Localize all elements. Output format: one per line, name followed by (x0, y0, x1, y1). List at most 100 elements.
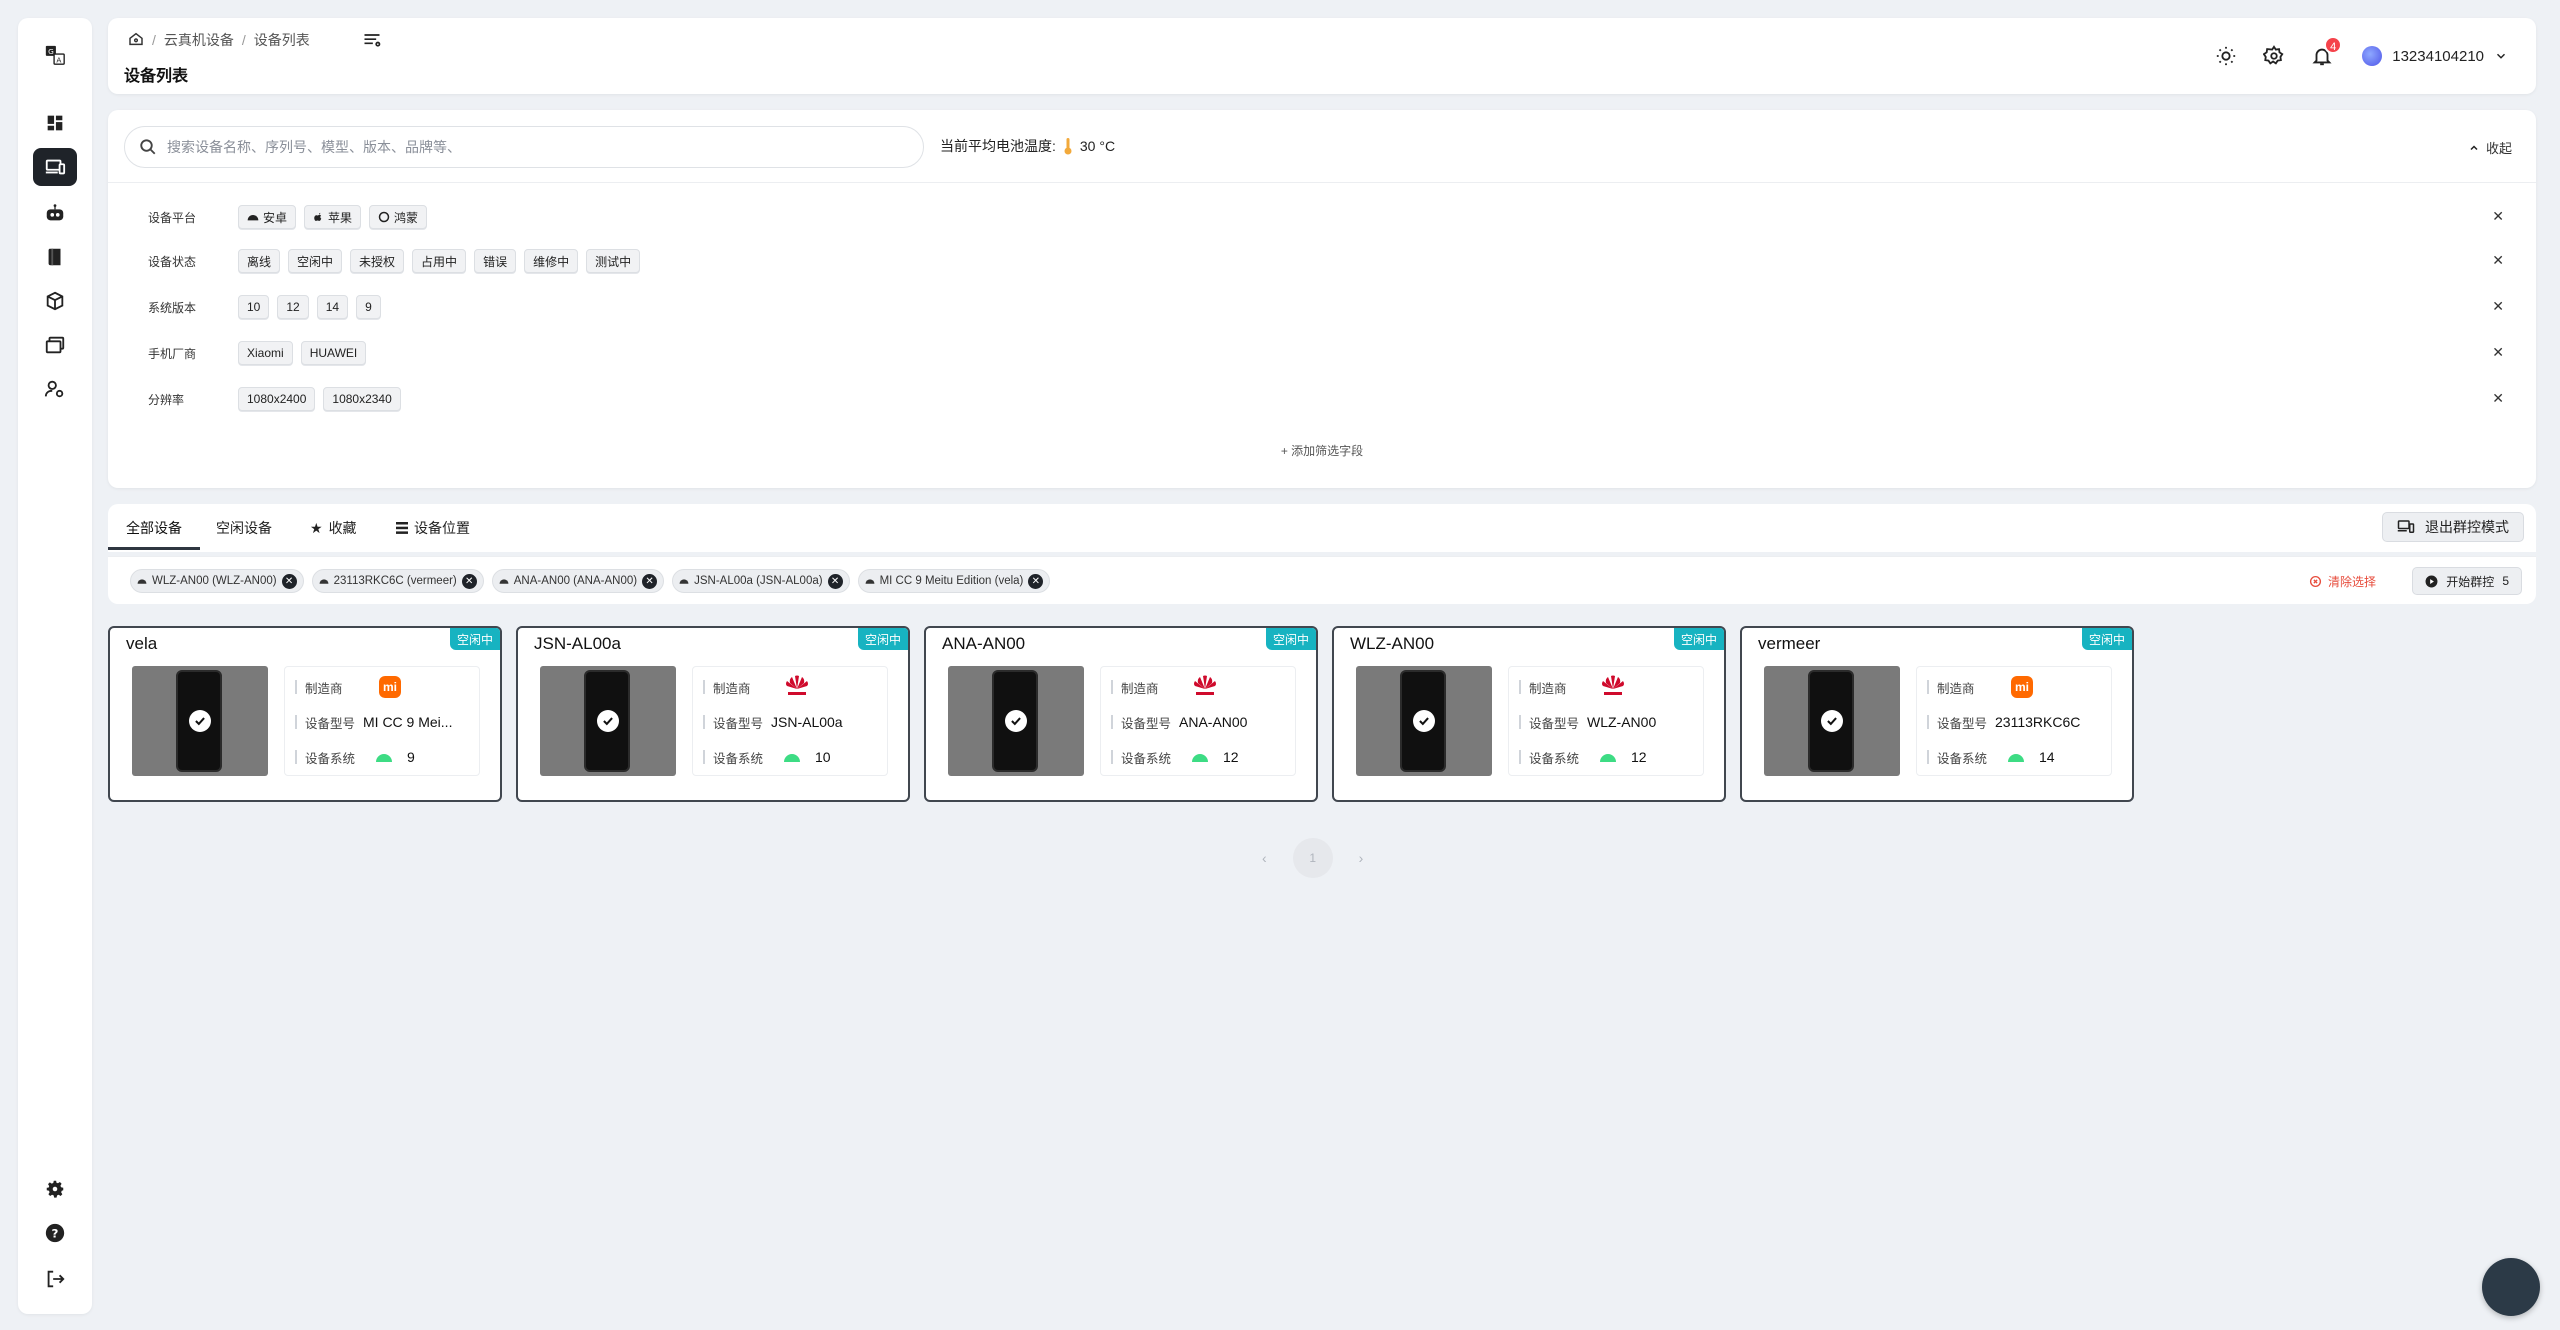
os-version: 9 (407, 749, 415, 765)
bell-icon[interactable]: 4 (2310, 36, 2343, 68)
selected-check-icon[interactable] (1005, 710, 1027, 732)
devices-icon[interactable] (33, 148, 77, 186)
android-icon (1600, 754, 1616, 762)
clear-selection-button[interactable]: 清除选择 (2309, 573, 2376, 590)
os-label: 设备系统 (1529, 751, 1580, 766)
chip-android[interactable]: 安卓 (238, 205, 297, 229)
chip-status[interactable]: 占用中 (412, 249, 467, 273)
filter-row-resolution: 分辨率 1080x2400 1080x2340 ✕ (148, 384, 2512, 414)
collapse-button[interactable]: 收起 (2468, 138, 2512, 157)
breadcrumb-item-cloud-devices[interactable]: 云真机设备 (164, 30, 234, 50)
user-menu[interactable]: 13234104210 (2362, 46, 2508, 66)
chip-status[interactable]: 测试中 (586, 249, 641, 273)
svg-text:G: G (48, 47, 54, 56)
home-icon[interactable] (128, 31, 144, 50)
chip-status[interactable]: 空闲中 (288, 249, 343, 273)
os-version: 14 (2039, 749, 2055, 765)
chip-status[interactable]: 错误 (474, 249, 517, 273)
device-model: WLZ-AN00 (1587, 714, 1657, 730)
gallery-icon[interactable] (33, 326, 77, 364)
close-icon[interactable]: ✕ (2492, 208, 2504, 225)
model-label: 设备型号 (1121, 716, 1172, 731)
device-card[interactable]: WLZ-AN00 空闲中 制造商 设备型号 WLZ-AN00 设备系统 12 (1332, 626, 1726, 802)
menu-toggle-icon[interactable] (362, 30, 382, 50)
selected-check-icon[interactable] (1413, 710, 1435, 732)
selected-device-chip: MI CC 9 Meitu Edition (vela) ✕ (857, 569, 1051, 593)
user-settings-icon[interactable] (33, 370, 77, 408)
device-card[interactable]: vermeer 空闲中 制造商 mi 设备型号 23113RKC6C 设备系统 14 (1740, 626, 2134, 802)
chip-version[interactable]: 12 (277, 295, 309, 319)
floating-action-button[interactable] (2482, 1258, 2540, 1316)
os-version: 12 (1631, 749, 1647, 765)
os-version: 12 (1223, 749, 1239, 765)
tab-favorites[interactable]: ★ 收藏 (310, 518, 357, 538)
help-icon[interactable]: ? (33, 1214, 77, 1252)
settings-icon[interactable] (33, 1170, 77, 1208)
chip-manufacturer[interactable]: Xiaomi (238, 341, 293, 365)
remove-icon[interactable]: ✕ (281, 573, 297, 589)
close-icon[interactable]: ✕ (2492, 298, 2504, 315)
chip-version[interactable]: 10 (238, 295, 270, 319)
close-icon[interactable]: ✕ (2492, 252, 2504, 269)
selected-device-chip: WLZ-AN00 (WLZ-AN00) ✕ (130, 569, 304, 593)
tab-device-location[interactable]: 设备位置 (396, 518, 470, 538)
temperature-label: 当前平均电池温度: (940, 138, 1056, 154)
device-name: ANA-AN00 (942, 634, 1026, 653)
android-icon (679, 579, 689, 584)
os-label: 设备系统 (1937, 751, 1988, 766)
exit-group-control-button[interactable]: 退出群控模式 (2382, 512, 2524, 542)
logout-icon[interactable] (33, 1260, 77, 1298)
selected-check-icon[interactable] (1821, 710, 1843, 732)
start-group-control-button[interactable]: 开始群控 5 (2412, 567, 2522, 595)
device-card[interactable]: vela 空闲中 制造商 mi 设备型号 MI CC 9 Mei... 设备系统 9 (108, 626, 502, 802)
close-icon[interactable]: ✕ (2492, 344, 2504, 361)
book-icon[interactable] (33, 238, 77, 276)
theme-toggle-icon[interactable] (2214, 44, 2238, 68)
remove-icon[interactable]: ✕ (827, 573, 843, 589)
chip-manufacturer[interactable]: HUAWEI (300, 341, 367, 365)
chip-version[interactable]: 9 (356, 295, 381, 319)
android-icon (247, 215, 259, 221)
chip-version[interactable]: 14 (316, 295, 349, 319)
prev-page-icon[interactable]: ‹ (1262, 850, 1267, 866)
model-label: 设备型号 (713, 716, 764, 731)
tab-idle-devices[interactable]: 空闲设备 (216, 518, 272, 538)
remove-icon[interactable]: ✕ (642, 573, 658, 589)
chip-status[interactable]: 未授权 (350, 249, 405, 273)
chip-status[interactable]: 维修中 (524, 249, 579, 273)
device-screenshot (540, 666, 676, 776)
remove-icon[interactable]: ✕ (1028, 573, 1044, 589)
device-info: 制造商 设备型号 ANA-AN00 设备系统 12 (1100, 666, 1296, 776)
dashboard-icon[interactable] (33, 104, 77, 142)
chip-resolution[interactable]: 1080x2340 (323, 387, 401, 411)
device-card[interactable]: ANA-AN00 空闲中 制造商 设备型号 ANA-AN00 设备系统 12 (924, 626, 1318, 802)
logo-translate-icon[interactable]: GA (33, 36, 77, 74)
robot-icon[interactable] (33, 194, 77, 232)
page-number[interactable]: 1 (1292, 838, 1333, 878)
search-icon (140, 139, 156, 155)
android-icon (137, 579, 147, 584)
package-icon[interactable] (33, 282, 77, 320)
close-icon[interactable]: ✕ (2492, 390, 2504, 407)
chevron-up-icon (2470, 144, 2478, 150)
selected-check-icon[interactable] (597, 710, 619, 732)
status-badge: 空闲中 (450, 628, 500, 650)
chip-apple[interactable]: 苹果 (304, 205, 362, 229)
add-filter-field-button[interactable]: + 添加筛选字段 (108, 442, 2536, 459)
header-actions: 4 13234104210 (2190, 36, 2508, 68)
notification-badge: 4 (2324, 36, 2343, 54)
remove-icon[interactable]: ✕ (461, 573, 477, 589)
chip-status[interactable]: 离线 (238, 249, 281, 273)
device-card[interactable]: JSN-AL00a 空闲中 制造商 设备型号 JSN-AL00a 设备系统 10 (516, 626, 910, 802)
device-name: WLZ-AN00 (1350, 634, 1435, 653)
tab-all-devices[interactable]: 全部设备 (126, 518, 182, 538)
search-input[interactable] (167, 139, 867, 155)
maker-label: 制造商 (1529, 681, 1567, 696)
selected-check-icon[interactable] (189, 710, 211, 732)
status-badge: 空闲中 (858, 628, 908, 650)
chip-resolution[interactable]: 1080x2400 (238, 387, 316, 411)
chip-harmony[interactable]: 鸿蒙 (369, 205, 428, 229)
gear-icon[interactable] (2262, 44, 2286, 68)
selected-device-chip: 23113RKC6C (vermeer) ✕ (311, 569, 484, 593)
next-page-icon[interactable]: › (1359, 850, 1364, 866)
